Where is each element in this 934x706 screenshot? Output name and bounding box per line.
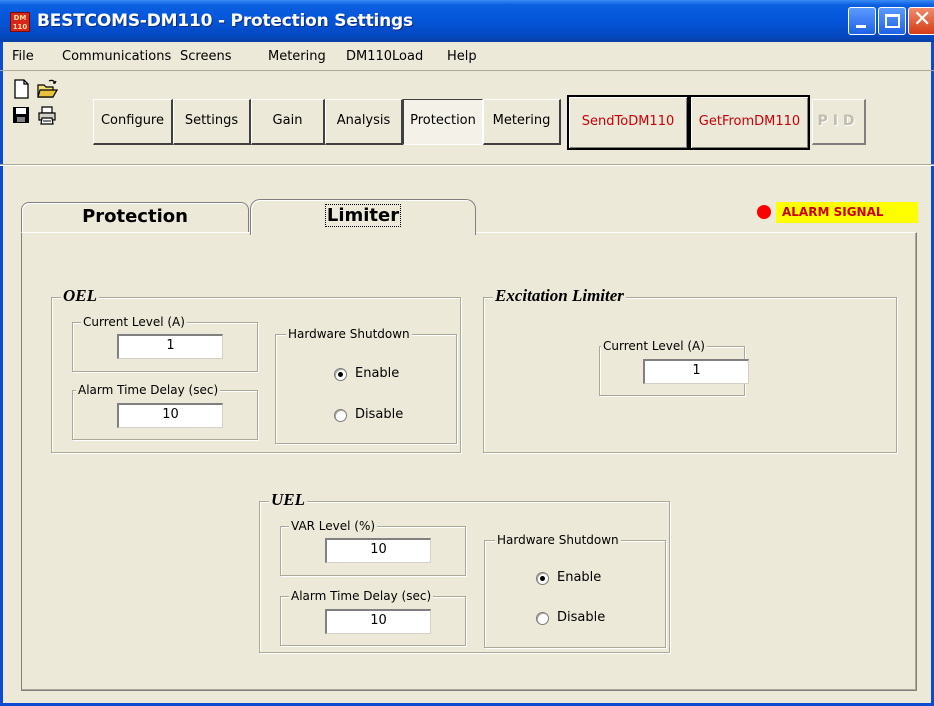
uel-disable-label[interactable]: Disable xyxy=(557,610,605,625)
menu-bar: File Communications Screens Metering DM1… xyxy=(0,46,934,68)
settings-button[interactable]: Settings xyxy=(173,99,251,145)
configure-button[interactable]: Configure xyxy=(93,99,173,145)
oel-current-level-input[interactable]: 1 xyxy=(117,334,223,359)
uel-alarm-delay-group: Alarm Time Delay (sec) 10 xyxy=(280,589,466,646)
get-from-dm110-button[interactable]: GetFromDM110 xyxy=(689,95,810,150)
uel-var-level-input[interactable]: 10 xyxy=(325,538,431,563)
uel-var-level-group: VAR Level (%) 10 xyxy=(280,519,466,576)
maximize-icon xyxy=(885,14,900,28)
save-disk-icon[interactable] xyxy=(10,104,32,126)
protection-button[interactable]: Protection xyxy=(403,99,483,145)
menu-screens[interactable]: Screens xyxy=(180,49,231,64)
uel-title: UEL xyxy=(269,490,307,510)
uel-alarm-delay-label: Alarm Time Delay (sec) xyxy=(289,589,434,603)
uel-disable-radio[interactable] xyxy=(536,612,549,625)
oel-alarm-delay-input[interactable]: 10 xyxy=(117,403,223,428)
excitation-current-level-group: Current Level (A) 1 xyxy=(599,339,749,396)
minimize-icon xyxy=(856,25,866,28)
oel-enable-label[interactable]: Enable xyxy=(355,366,399,381)
limiter-panel: OEL Current Level (A) 1 Alarm Time Delay… xyxy=(21,232,917,691)
menu-file[interactable]: File xyxy=(12,49,34,64)
analysis-button[interactable]: Analysis xyxy=(325,99,403,145)
excitation-limiter-title: Excitation Limiter xyxy=(493,286,626,306)
tab-limiter-label: Limiter xyxy=(324,204,402,227)
oel-hw-shutdown-group: Hardware Shutdown Enable Disable xyxy=(275,327,457,444)
window-title: BESTCOMS-DM110 - Protection Settings xyxy=(37,11,413,31)
toolbar-separator xyxy=(0,164,934,166)
open-folder-icon[interactable] xyxy=(36,78,58,100)
send-to-dm110-button[interactable]: SendToDM110 xyxy=(567,95,689,150)
oel-group: OEL Current Level (A) 1 Alarm Time Delay… xyxy=(51,286,461,453)
metering-button[interactable]: Metering xyxy=(483,99,561,145)
alarm-indicator-icon xyxy=(757,205,771,219)
uel-hw-shutdown-group: Hardware Shutdown Enable Disable xyxy=(484,533,666,648)
menu-metering[interactable]: Metering xyxy=(268,49,326,64)
close-button[interactable]: ✕ xyxy=(908,7,934,35)
oel-hw-shutdown-label: Hardware Shutdown xyxy=(286,327,412,341)
print-icon[interactable] xyxy=(36,104,58,126)
uel-group: UEL VAR Level (%) 10 Alarm Time Delay (s… xyxy=(259,490,670,653)
menu-communications[interactable]: Communications xyxy=(62,49,171,64)
uel-enable-label[interactable]: Enable xyxy=(557,570,601,585)
tab-protection[interactable]: Protection xyxy=(21,202,249,232)
oel-current-level-label: Current Level (A) xyxy=(81,315,187,329)
gain-button[interactable]: Gain xyxy=(251,99,325,145)
menu-separator xyxy=(0,70,934,71)
maximize-button[interactable] xyxy=(878,7,906,35)
oel-disable-label[interactable]: Disable xyxy=(355,407,403,422)
uel-hw-shutdown-label: Hardware Shutdown xyxy=(495,533,621,547)
uel-alarm-delay-input[interactable]: 10 xyxy=(325,609,431,634)
menu-help[interactable]: Help xyxy=(447,49,477,64)
excitation-current-level-input[interactable]: 1 xyxy=(643,359,749,384)
alarm-signal-label: ALARM SIGNAL xyxy=(776,202,918,223)
window-border-left xyxy=(0,42,3,706)
oel-enable-radio[interactable] xyxy=(334,368,347,381)
oel-alarm-delay-label: Alarm Time Delay (sec) xyxy=(76,383,221,397)
title-bar[interactable]: DM 110 BESTCOMS-DM110 - Protection Setti… xyxy=(0,0,934,42)
oel-title: OEL xyxy=(61,286,99,306)
app-icon: DM 110 xyxy=(10,12,30,32)
excitation-current-level-label: Current Level (A) xyxy=(601,339,707,353)
oel-disable-radio[interactable] xyxy=(334,409,347,422)
pid-button[interactable]: PID xyxy=(812,99,866,145)
close-icon: ✕ xyxy=(913,7,932,32)
uel-var-level-label: VAR Level (%) xyxy=(289,519,378,533)
oel-current-level-group: Current Level (A) 1 xyxy=(72,315,258,372)
menu-dm110load[interactable]: DM110Load xyxy=(346,49,423,64)
minimize-button[interactable] xyxy=(848,7,876,35)
uel-enable-radio[interactable] xyxy=(536,572,549,585)
oel-alarm-delay-group: Alarm Time Delay (sec) 10 xyxy=(72,383,258,440)
excitation-limiter-group: Excitation Limiter Current Level (A) 1 xyxy=(483,286,897,453)
tab-limiter[interactable]: Limiter xyxy=(250,199,476,235)
new-file-icon[interactable] xyxy=(10,78,32,100)
